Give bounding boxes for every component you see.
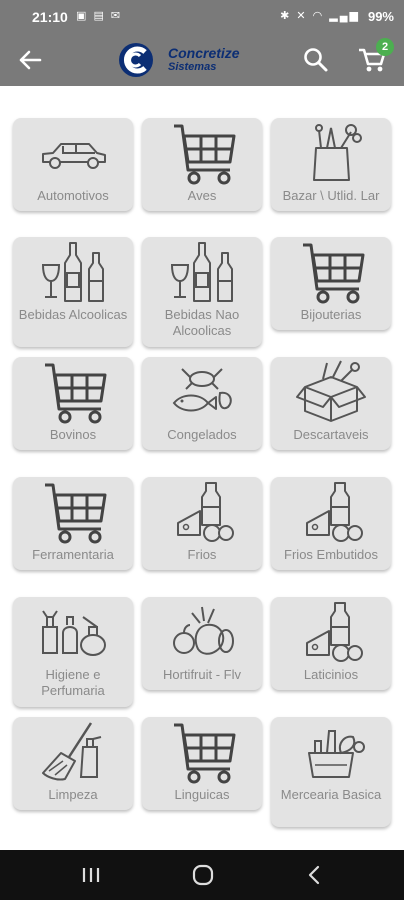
category-tile[interactable]: Descartaveis xyxy=(271,357,391,450)
category-tile[interactable]: Bijouterias xyxy=(271,237,391,330)
box-icon xyxy=(296,360,366,422)
category-tile[interactable]: Frios Embutidos xyxy=(271,477,391,570)
system-nav-bar xyxy=(0,850,404,900)
category-label: Linguicas xyxy=(174,787,230,802)
brand-title: Concretize xyxy=(168,45,240,61)
dairy-icon xyxy=(306,602,363,662)
pantry-icon xyxy=(308,730,365,778)
status-time: 21:10 xyxy=(32,9,68,25)
category-tile[interactable]: Limpeza xyxy=(13,717,133,810)
category-tile[interactable]: Automotivos xyxy=(13,118,133,211)
status-bar: 21:10 ▣ ▤ ✉ ✱ ✕ ◠ ▂▄▆ 99% xyxy=(0,0,404,34)
logo-mark-icon xyxy=(119,43,153,77)
category-tile[interactable]: Mercearia Basica xyxy=(271,717,391,827)
broom-icon xyxy=(42,722,102,781)
back-arrow-icon[interactable] xyxy=(12,44,48,76)
category-label: Bebidas Nao Alcoolicas xyxy=(164,307,240,338)
category-label: Ferramentaria xyxy=(32,547,114,562)
search-icon[interactable] xyxy=(300,44,332,76)
cart-icon xyxy=(45,483,107,544)
back-icon[interactable] xyxy=(300,863,330,887)
category-tile[interactable]: Bovinos xyxy=(13,357,133,450)
category-label: Descartaveis xyxy=(293,427,369,442)
category-label: Laticinios xyxy=(303,667,359,682)
category-label: Frios Embutidos xyxy=(284,547,378,562)
category-label: Bazar \ Utlid. Lar xyxy=(282,188,380,203)
fruits-vegetables-icon xyxy=(173,606,234,655)
category-label: Aves xyxy=(187,188,217,203)
category-label: Bijouterias xyxy=(300,307,362,322)
category-tile[interactable]: Laticinios xyxy=(271,597,391,690)
category-tile[interactable]: Bebidas Nao Alcoolicas xyxy=(142,237,262,347)
category-label: Frios xyxy=(187,547,217,562)
category-tile[interactable]: Ferramentaria xyxy=(13,477,133,570)
notification-icons: ▣ ▤ ✉ xyxy=(76,10,123,22)
cart-icon xyxy=(174,124,236,185)
category-label: Higiene e Perfumaria xyxy=(41,667,105,698)
category-tile[interactable]: Aves xyxy=(142,118,262,211)
category-tile[interactable]: Higiene e Perfumaria xyxy=(13,597,133,707)
category-tile[interactable]: Bazar \ Utlid. Lar xyxy=(271,118,391,211)
cart-icon xyxy=(303,243,365,304)
category-tile[interactable]: Linguicas xyxy=(142,717,262,810)
dairy-icon xyxy=(177,482,234,542)
category-label: Congelados xyxy=(167,427,237,442)
seafood-icon xyxy=(172,368,232,412)
grocery-bag-icon xyxy=(313,124,362,181)
car-icon xyxy=(42,143,106,169)
category-tile[interactable]: Hortifruit - Flv xyxy=(142,597,262,690)
category-tile[interactable]: Bebidas Alcoolicas xyxy=(13,237,133,347)
app-bar: Concretize Sistemas 2 xyxy=(0,34,404,86)
cart-button[interactable]: 2 xyxy=(356,38,396,78)
cart-icon xyxy=(45,363,107,424)
home-icon[interactable] xyxy=(188,863,218,887)
category-tile[interactable]: Congelados xyxy=(142,357,262,450)
category-label: Mercearia Basica xyxy=(280,787,382,802)
recent-apps-icon[interactable] xyxy=(76,863,106,887)
dairy-icon xyxy=(306,482,363,542)
battery-level: 99% xyxy=(367,9,394,24)
category-label: Automotivos xyxy=(37,188,109,203)
category-label: Limpeza xyxy=(48,787,98,802)
category-tile[interactable]: Frios xyxy=(142,477,262,570)
cart-icon xyxy=(174,723,236,784)
cleaning-products-icon xyxy=(42,610,106,656)
category-label: Bovinos xyxy=(49,427,97,442)
category-label: Bebidas Alcoolicas xyxy=(18,307,128,322)
cart-count-badge: 2 xyxy=(376,38,394,56)
category-grid: Automotivos Aves Bazar \ Utlid. Lar Bebi… xyxy=(0,86,404,850)
category-label: Hortifruit - Flv xyxy=(163,667,241,682)
bottles-icon xyxy=(170,242,233,302)
concretize-logo: Concretize Sistemas xyxy=(114,40,294,80)
bottles-icon xyxy=(41,242,104,302)
brand-subtitle: Sistemas xyxy=(168,61,217,73)
system-status-icons: ✱ ✕ ◠ ▂▄▆ xyxy=(280,10,360,22)
